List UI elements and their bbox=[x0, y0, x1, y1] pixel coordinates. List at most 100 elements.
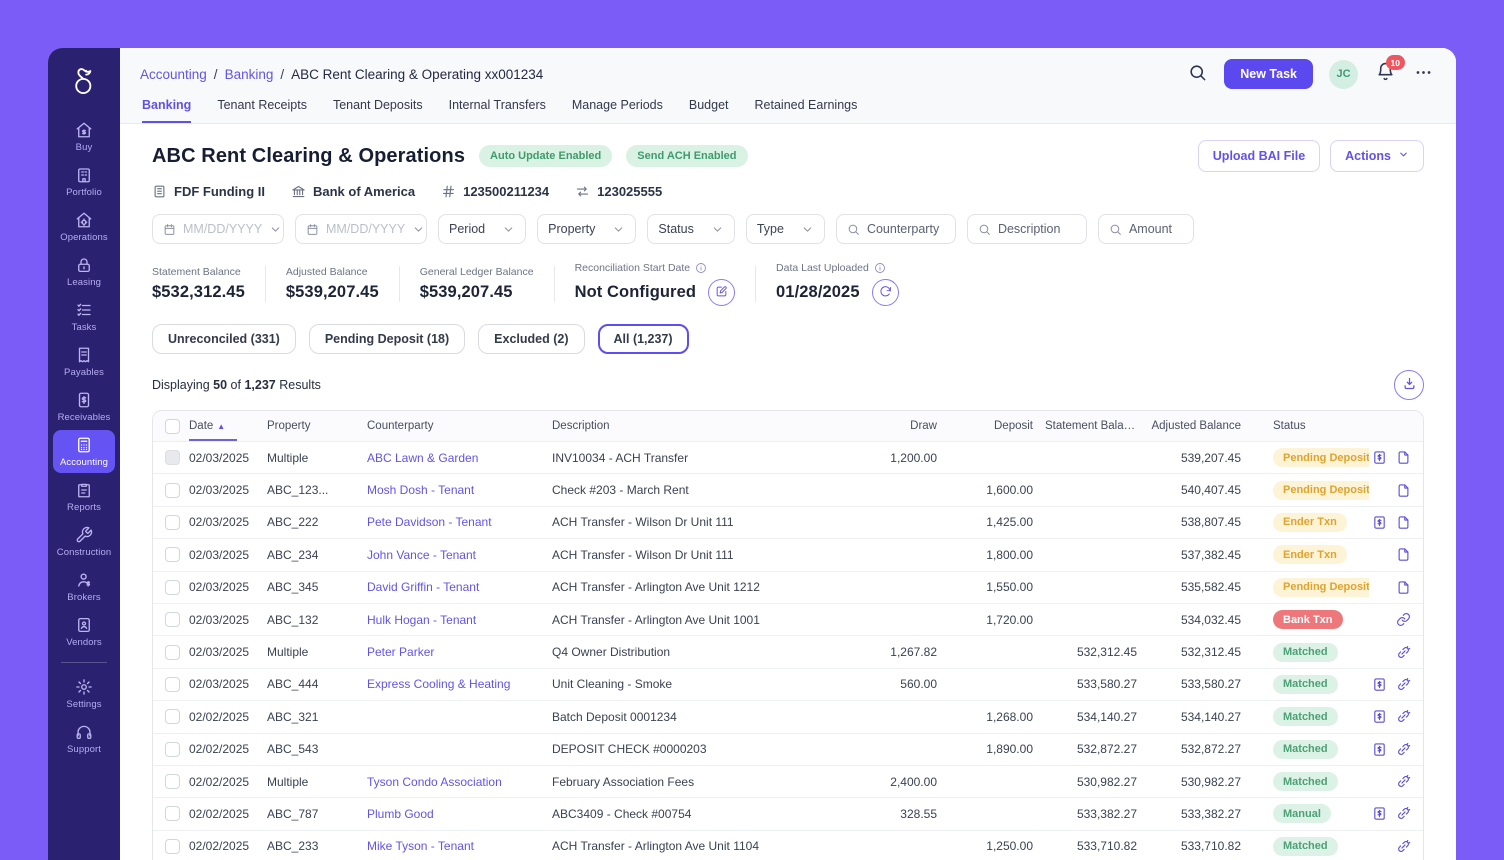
unlink-icon[interactable] bbox=[1396, 709, 1411, 724]
counterparty-search-input[interactable]: Counterparty bbox=[836, 214, 956, 244]
tab-manage-periods[interactable]: Manage Periods bbox=[572, 98, 663, 123]
tab-tenant-receipts[interactable]: Tenant Receipts bbox=[217, 98, 307, 123]
counterparty-link[interactable]: Hulk Hogan - Tenant bbox=[367, 613, 476, 627]
app-logo-swan-icon[interactable] bbox=[62, 58, 106, 104]
table-row: 02/03/2025ABC_123...Mosh Dosh - TenantCh… bbox=[153, 473, 1423, 505]
counterparty-link[interactable]: Pete Davidson - Tenant bbox=[367, 515, 492, 529]
counterparty-link[interactable]: Plumb Good bbox=[367, 807, 434, 821]
counterparty-link[interactable]: Express Cooling & Heating bbox=[367, 677, 510, 691]
row-checkbox[interactable] bbox=[165, 774, 180, 789]
invoice-icon[interactable] bbox=[1372, 515, 1387, 530]
column-header-description[interactable]: Description bbox=[552, 420, 857, 432]
column-header-status[interactable]: Status bbox=[1253, 420, 1369, 432]
link-icon[interactable] bbox=[1396, 612, 1411, 627]
row-checkbox[interactable] bbox=[165, 677, 180, 692]
row-checkbox[interactable] bbox=[165, 806, 180, 821]
edit-button[interactable] bbox=[708, 279, 735, 306]
unlink-icon[interactable] bbox=[1396, 742, 1411, 757]
column-header-date[interactable]: Date▲ bbox=[189, 411, 267, 441]
chip-unreconciled-331[interactable]: Unreconciled (331) bbox=[152, 324, 296, 354]
sidebar-item-tasks[interactable]: Tasks bbox=[53, 295, 115, 338]
counterparty-link[interactable]: ABC Lawn & Garden bbox=[367, 451, 478, 465]
counterparty-link[interactable]: Mike Tyson - Tenant bbox=[367, 839, 474, 853]
breadcrumb-accounting[interactable]: Accounting bbox=[140, 67, 207, 82]
invoice-icon[interactable] bbox=[1372, 742, 1387, 757]
tab-tenant-deposits[interactable]: Tenant Deposits bbox=[333, 98, 423, 123]
status-dropdown[interactable]: Status bbox=[647, 214, 734, 244]
row-checkbox[interactable] bbox=[165, 547, 180, 562]
sidebar-item-payables[interactable]: Payables bbox=[53, 340, 115, 383]
document-icon[interactable] bbox=[1396, 483, 1411, 498]
sidebar-item-portfolio[interactable]: Portfolio bbox=[53, 160, 115, 203]
global-search-button[interactable] bbox=[1186, 63, 1208, 85]
column-header-statement-balance[interactable]: Statement Balance bbox=[1045, 420, 1149, 432]
unlink-icon[interactable] bbox=[1396, 806, 1411, 821]
row-checkbox[interactable] bbox=[165, 612, 180, 627]
row-checkbox[interactable] bbox=[165, 515, 180, 530]
actions-button[interactable]: Actions bbox=[1330, 140, 1424, 172]
column-header-adjusted-balance[interactable]: Adjusted Balance bbox=[1149, 420, 1253, 432]
unlink-icon[interactable] bbox=[1396, 774, 1411, 789]
unlink-icon[interactable] bbox=[1396, 645, 1411, 660]
sidebar-item-support[interactable]: Support bbox=[53, 717, 115, 760]
type-dropdown[interactable]: Type bbox=[746, 214, 825, 244]
breadcrumb-banking[interactable]: Banking bbox=[225, 67, 274, 82]
chip-pending-deposit-18[interactable]: Pending Deposit (18) bbox=[309, 324, 465, 354]
sidebar-item-brokers[interactable]: Brokers bbox=[53, 565, 115, 608]
description-search-input[interactable]: Description bbox=[967, 214, 1087, 244]
download-button[interactable] bbox=[1394, 370, 1424, 400]
row-checkbox[interactable] bbox=[165, 742, 180, 757]
sidebar-item-buy[interactable]: Buy bbox=[53, 115, 115, 158]
counterparty-link[interactable]: Mosh Dosh - Tenant bbox=[367, 483, 474, 497]
amount-search-input[interactable]: Amount bbox=[1098, 214, 1194, 244]
column-header-property[interactable]: Property bbox=[267, 420, 367, 432]
counterparty-link[interactable]: Peter Parker bbox=[367, 645, 434, 659]
tab-internal-transfers[interactable]: Internal Transfers bbox=[449, 98, 546, 123]
invoice-icon[interactable] bbox=[1372, 677, 1387, 692]
invoice-icon[interactable] bbox=[1372, 806, 1387, 821]
unlink-icon[interactable] bbox=[1396, 839, 1411, 854]
upload-bai-file-button[interactable]: Upload BAI File bbox=[1198, 140, 1320, 172]
refresh-button[interactable] bbox=[872, 279, 899, 306]
document-icon[interactable] bbox=[1396, 515, 1411, 530]
new-task-button[interactable]: New Task bbox=[1224, 59, 1313, 89]
sidebar-item-accounting[interactable]: Accounting bbox=[53, 430, 115, 473]
tab-banking[interactable]: Banking bbox=[142, 98, 191, 123]
tab-retained-earnings[interactable]: Retained Earnings bbox=[755, 98, 858, 123]
column-header-deposit[interactable]: Deposit bbox=[949, 420, 1045, 432]
chip-excluded-2[interactable]: Excluded (2) bbox=[478, 324, 584, 354]
row-checkbox[interactable] bbox=[165, 483, 180, 498]
chip-all-1-237[interactable]: All (1,237) bbox=[598, 324, 689, 354]
counterparty-link[interactable]: Tyson Condo Association bbox=[367, 775, 502, 789]
document-icon[interactable] bbox=[1396, 580, 1411, 595]
sidebar-item-label: Settings bbox=[66, 699, 101, 710]
date-from-input[interactable]: MM/DD/YYYY bbox=[152, 214, 284, 244]
property-dropdown[interactable]: Property bbox=[537, 214, 636, 244]
sidebar-item-operations[interactable]: Operations bbox=[53, 205, 115, 248]
row-checkbox[interactable] bbox=[165, 709, 180, 724]
tab-budget[interactable]: Budget bbox=[689, 98, 729, 123]
counterparty-link[interactable]: David Griffin - Tenant bbox=[367, 580, 479, 594]
sidebar-item-reports[interactable]: Reports bbox=[53, 475, 115, 518]
invoice-icon[interactable] bbox=[1372, 709, 1387, 724]
row-checkbox[interactable] bbox=[165, 580, 180, 595]
row-checkbox[interactable] bbox=[165, 839, 180, 854]
sidebar-item-settings[interactable]: Settings bbox=[53, 672, 115, 715]
user-avatar[interactable]: JC bbox=[1329, 60, 1358, 89]
unlink-icon[interactable] bbox=[1396, 677, 1411, 692]
counterparty-link[interactable]: John Vance - Tenant bbox=[367, 548, 476, 562]
column-header-counterparty[interactable]: Counterparty bbox=[367, 420, 552, 432]
select-all-checkbox[interactable] bbox=[165, 419, 180, 434]
document-icon[interactable] bbox=[1396, 547, 1411, 562]
sidebar-item-construction[interactable]: Construction bbox=[53, 520, 115, 563]
sidebar-item-vendors[interactable]: Vendors bbox=[53, 610, 115, 653]
column-header-draw[interactable]: Draw bbox=[857, 420, 949, 432]
invoice-icon[interactable] bbox=[1372, 450, 1387, 465]
date-to-input[interactable]: MM/DD/YYYY bbox=[295, 214, 427, 244]
period-dropdown[interactable]: Period bbox=[438, 214, 526, 244]
more-options-button[interactable] bbox=[1412, 63, 1434, 85]
sidebar-item-leasing[interactable]: Leasing bbox=[53, 250, 115, 293]
row-checkbox[interactable] bbox=[165, 645, 180, 660]
document-icon[interactable] bbox=[1396, 450, 1411, 465]
sidebar-item-receivables[interactable]: Receivables bbox=[53, 385, 115, 428]
